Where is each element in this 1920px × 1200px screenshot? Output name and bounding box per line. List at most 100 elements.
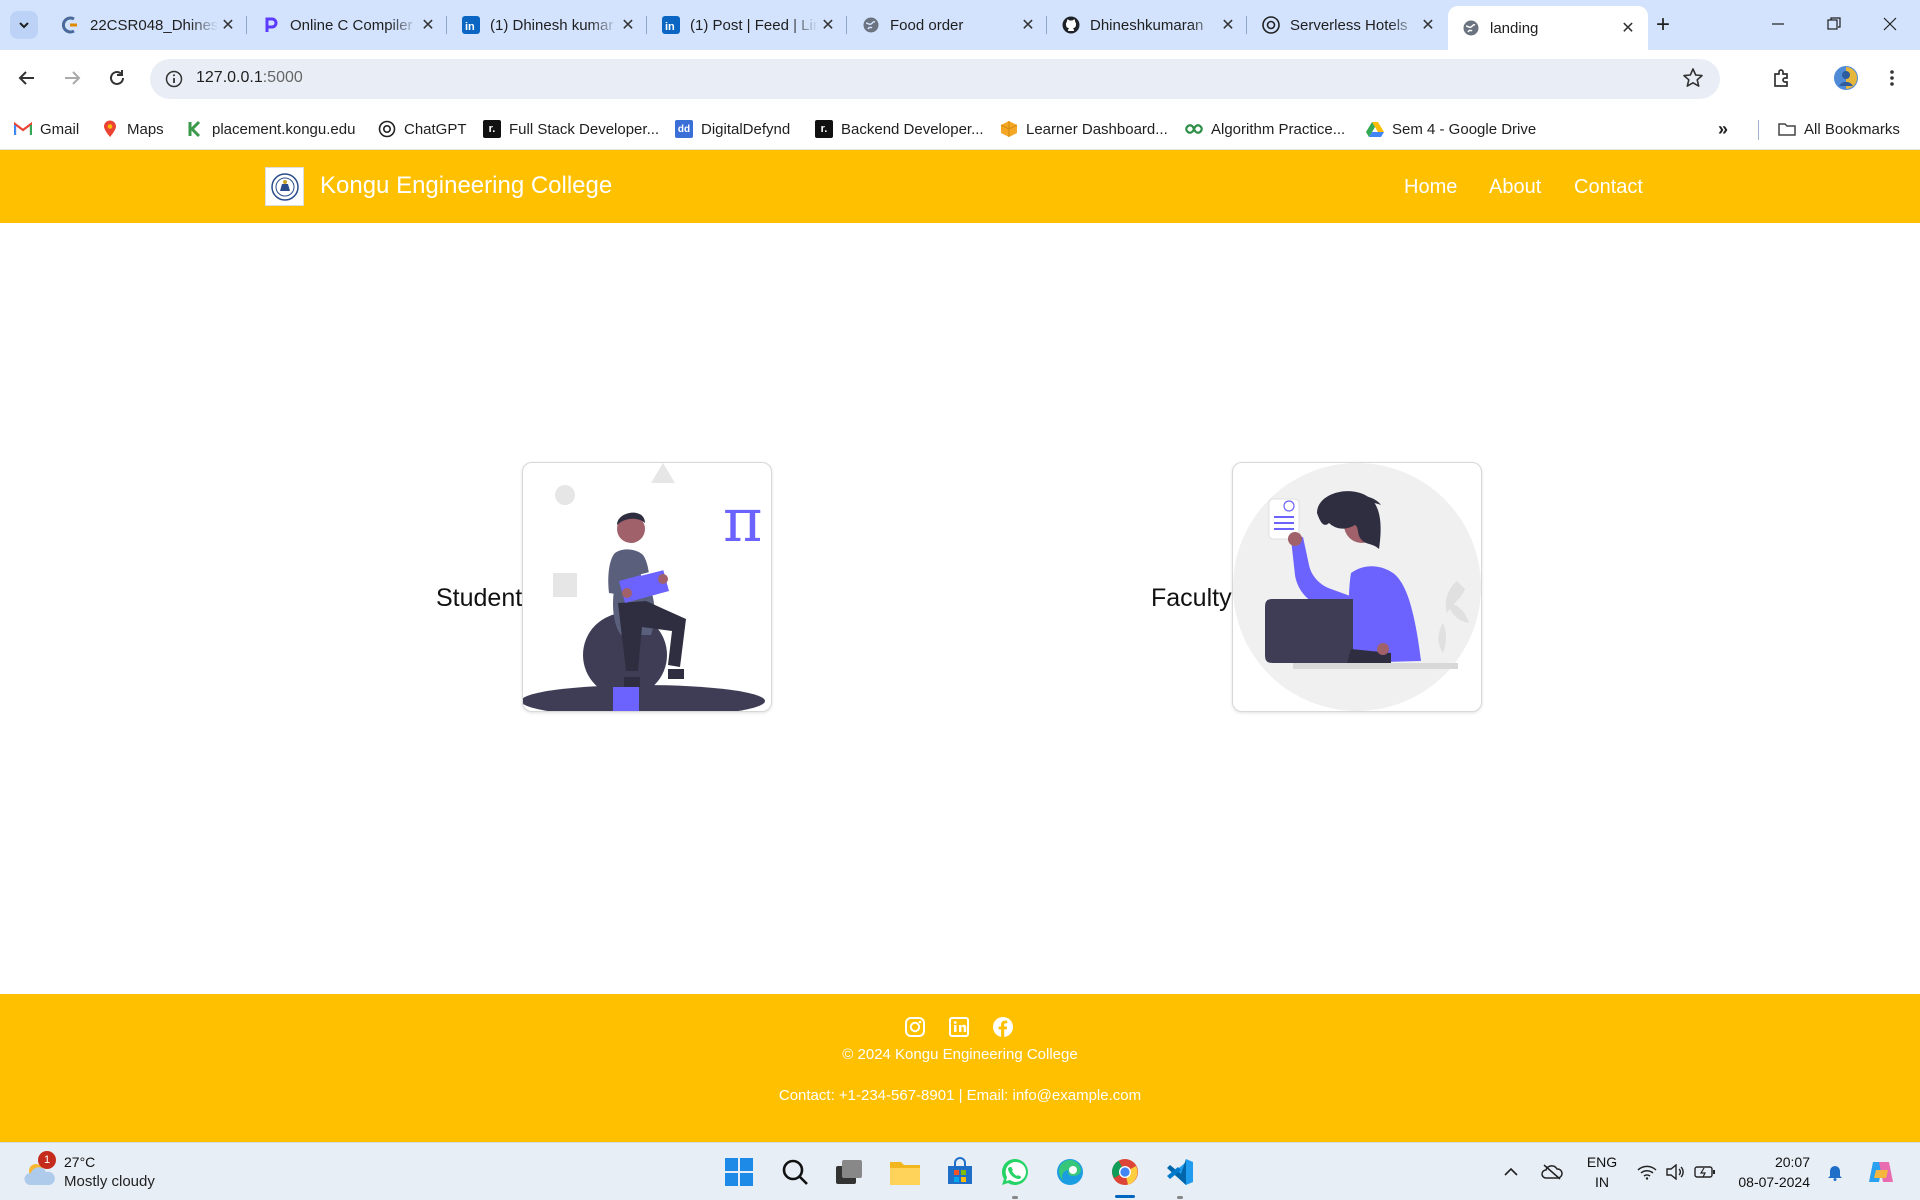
new-tab-button[interactable]: + — [1650, 11, 1676, 38]
profile-avatar[interactable] — [1830, 62, 1862, 94]
task-view-icon[interactable] — [832, 1155, 866, 1189]
bookmark-placement[interactable]: placement.kongu.edu — [186, 119, 355, 139]
copyright-text: © 2024 Kongu Engineering College — [842, 1046, 1078, 1063]
copilot-icon[interactable] — [1866, 1157, 1896, 1187]
browser-tab[interactable]: in (1) Dhinesh kumar ✕ — [448, 6, 648, 44]
svg-text:in: in — [465, 21, 475, 33]
close-icon[interactable]: ✕ — [218, 15, 238, 35]
svg-text:in: in — [665, 21, 675, 33]
all-bookmarks-button[interactable]: All Bookmarks — [1778, 119, 1900, 139]
wifi-icon[interactable] — [1636, 1161, 1658, 1183]
chrome-icon[interactable] — [1108, 1155, 1142, 1189]
system-clock[interactable]: 20:07 08-07-2024 — [1730, 1152, 1810, 1192]
address-url: 127.0.0.1:5000 — [196, 69, 303, 86]
college-logo[interactable] — [265, 167, 304, 206]
notification-bell-icon[interactable] — [1824, 1161, 1846, 1183]
bookmark-fullstack[interactable]: r. Full Stack Developer... — [483, 119, 659, 139]
nav-about-link[interactable]: About — [1489, 176, 1541, 199]
weather-widget[interactable]: 1 27°C Mostly cloudy — [20, 1151, 190, 1193]
browser-tab[interactable]: in (1) Post | Feed | LinkedIn ✕ — [648, 6, 848, 44]
show-hidden-icons-chevron-icon[interactable] — [1500, 1161, 1522, 1183]
close-icon[interactable]: ✕ — [618, 15, 638, 35]
close-window-icon[interactable] — [1870, 8, 1910, 40]
more-bookmarks-icon[interactable]: » — [1718, 119, 1728, 139]
student-card[interactable]: π — [522, 462, 772, 712]
nav-contact-link[interactable]: Contact — [1574, 176, 1643, 199]
start-icon[interactable] — [722, 1155, 756, 1189]
instagram-icon[interactable] — [904, 1016, 926, 1038]
browser-tab[interactable]: Online C Compiler ✕ — [248, 6, 448, 44]
file-explorer-icon[interactable] — [888, 1155, 922, 1189]
student-reading-illustration: π — [523, 463, 765, 711]
browser-tab-strip: 22CSR048_Dhinesh ✕ Online C Compiler ✕ i… — [0, 0, 1920, 50]
chatgpt-icon — [378, 120, 396, 138]
browser-tab[interactable]: Serverless Hotels ✕ — [1248, 6, 1448, 44]
browser-tab-active[interactable]: landing ✕ — [1448, 6, 1648, 50]
chatgpt-tab-icon — [1262, 16, 1280, 34]
tab-title: (1) Post | Feed | LinkedIn — [690, 16, 818, 34]
linkedin-icon[interactable] — [948, 1016, 970, 1038]
minimize-icon[interactable] — [1758, 8, 1798, 40]
active-app-indicator — [1115, 1195, 1135, 1198]
tab-title: Serverless Hotels — [1290, 16, 1408, 34]
close-icon[interactable]: ✕ — [1218, 15, 1238, 35]
role-label-faculty[interactable]: Faculty — [1151, 584, 1232, 613]
close-icon[interactable]: ✕ — [1618, 18, 1638, 38]
tab-title: Food order — [890, 16, 964, 34]
address-bar[interactable]: 127.0.0.1:5000 — [150, 59, 1720, 99]
reload-icon[interactable] — [101, 62, 133, 94]
browser-tab[interactable]: Food order ✕ — [848, 6, 1048, 44]
search-icon[interactable] — [778, 1155, 812, 1189]
volume-icon[interactable] — [1664, 1161, 1686, 1183]
globe-tab-icon — [862, 16, 880, 34]
tab-search-button[interactable] — [10, 11, 38, 39]
bookmark-backend[interactable]: r. Backend Developer... — [815, 119, 984, 139]
onedrive-sync-icon[interactable] — [1541, 1161, 1563, 1183]
microsoft-store-icon[interactable] — [943, 1155, 977, 1189]
forward-icon[interactable] — [56, 62, 88, 94]
restore-icon[interactable] — [1814, 8, 1854, 40]
tab-divider — [446, 16, 447, 34]
language-indicator[interactable]: ENG IN — [1584, 1152, 1620, 1192]
close-icon[interactable]: ✕ — [818, 15, 838, 35]
bookmark-star-icon[interactable] — [1682, 67, 1706, 91]
browser-tab[interactable]: 22CSR048_Dhinesh ✕ — [48, 6, 248, 44]
facebook-icon[interactable] — [992, 1016, 1014, 1038]
edge-icon[interactable] — [1053, 1155, 1087, 1189]
bookmark-digitaldefynd[interactable]: dd DigitalDefynd — [675, 119, 790, 139]
backend-icon: r. — [815, 120, 833, 138]
bookmark-gmail[interactable]: Gmail — [14, 119, 79, 139]
browser-tab[interactable]: Dhineshkumaran ✕ — [1048, 6, 1248, 44]
bookmark-learner[interactable]: Learner Dashboard... — [1000, 119, 1168, 139]
chevron-down-icon — [19, 22, 29, 29]
running-indicator — [1012, 1196, 1018, 1199]
bookmark-chatgpt[interactable]: ChatGPT — [378, 119, 467, 139]
bookmarks-divider — [1758, 120, 1759, 140]
tab-title: (1) Dhinesh kumar — [490, 16, 614, 34]
close-icon[interactable]: ✕ — [418, 15, 438, 35]
menu-kebab-icon[interactable] — [1876, 62, 1908, 94]
close-icon[interactable]: ✕ — [1018, 15, 1038, 35]
tab-title: Online C Compiler — [290, 16, 413, 34]
maps-icon — [101, 120, 119, 138]
learner-icon — [1000, 120, 1018, 138]
battery-icon[interactable] — [1694, 1161, 1716, 1183]
google-drive-icon — [1366, 120, 1384, 138]
bookmark-algorithm[interactable]: Algorithm Practice... — [1185, 119, 1345, 139]
brand-name[interactable]: Kongu Engineering College — [320, 172, 612, 200]
role-label-student[interactable]: Student — [436, 584, 522, 613]
vscode-icon[interactable] — [1163, 1155, 1197, 1189]
tab-title: landing — [1490, 19, 1539, 37]
faculty-card[interactable] — [1232, 462, 1482, 712]
close-icon[interactable]: ✕ — [1418, 15, 1438, 35]
tab-title: 22CSR048_Dhinesh — [90, 16, 218, 34]
tab-divider — [646, 16, 647, 34]
svg-text:π: π — [723, 486, 762, 556]
site-info-icon[interactable] — [162, 67, 186, 91]
bookmark-google-drive[interactable]: Sem 4 - Google Drive — [1366, 119, 1536, 139]
nav-home-link[interactable]: Home — [1404, 176, 1457, 199]
whatsapp-icon[interactable] — [998, 1155, 1032, 1189]
back-icon[interactable] — [11, 62, 43, 94]
bookmark-maps[interactable]: Maps — [101, 119, 164, 139]
extensions-icon[interactable] — [1766, 62, 1798, 94]
